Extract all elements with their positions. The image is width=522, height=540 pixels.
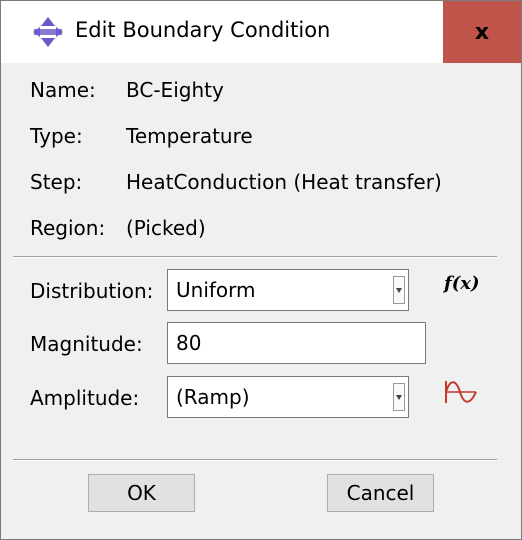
magnitude-value: 80 bbox=[176, 331, 202, 355]
title-bar[interactable]: Edit Boundary Condition x bbox=[1, 1, 521, 63]
amplitude-wave-icon[interactable] bbox=[444, 377, 478, 407]
close-icon: x bbox=[474, 19, 490, 45]
distribution-value: Uniform bbox=[176, 278, 256, 302]
type-value: Temperature bbox=[126, 124, 253, 148]
step-value: HeatConduction (Heat transfer) bbox=[126, 170, 442, 194]
distribution-select[interactable]: Uniform bbox=[167, 269, 409, 311]
close-button[interactable]: x bbox=[443, 1, 521, 63]
amplitude-value: (Ramp) bbox=[176, 385, 250, 409]
name-label: Name: bbox=[30, 78, 96, 102]
window-title: Edit Boundary Condition bbox=[75, 18, 331, 42]
type-label: Type: bbox=[30, 124, 83, 148]
region-value: (Picked) bbox=[126, 216, 206, 240]
cancel-button[interactable]: Cancel bbox=[327, 474, 434, 512]
separator-top bbox=[13, 256, 497, 258]
step-label: Step: bbox=[30, 170, 83, 194]
dialog-window: Edit Boundary Condition x Name: BC-Eight… bbox=[0, 0, 522, 540]
magnitude-input[interactable]: 80 bbox=[167, 322, 426, 364]
magnitude-label: Magnitude: bbox=[30, 332, 143, 356]
ok-button[interactable]: OK bbox=[88, 474, 195, 512]
distribution-label: Distribution: bbox=[30, 279, 154, 303]
amplitude-select[interactable]: (Ramp) bbox=[167, 376, 409, 418]
amplitude-label: Amplitude: bbox=[30, 386, 140, 410]
dropdown-arrow-icon[interactable] bbox=[393, 383, 405, 411]
region-label: Region: bbox=[30, 216, 106, 240]
separator-bottom bbox=[13, 459, 497, 461]
app-icon bbox=[33, 17, 63, 47]
name-value: BC-Eighty bbox=[126, 78, 224, 102]
dropdown-arrow-icon[interactable] bbox=[393, 276, 405, 304]
function-icon[interactable]: f(x) bbox=[444, 273, 480, 294]
